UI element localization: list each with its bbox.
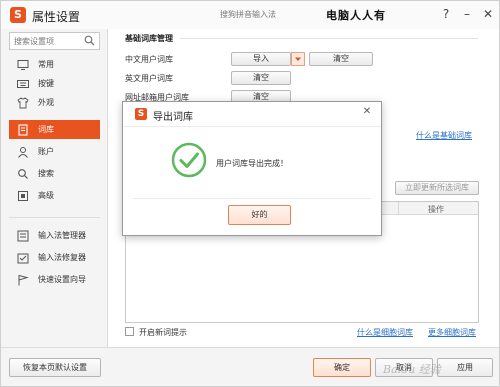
apply-button[interactable]: 应用 xyxy=(437,358,493,377)
settings-window: S 属性设置 搜狗拼音输入法 电脑人人有 ? – ✕ 常用 按键 外观 xyxy=(0,0,500,387)
chevron-down-icon xyxy=(295,57,301,61)
sidebar-item-keys[interactable]: 按键 xyxy=(9,74,100,93)
sidebar-divider xyxy=(9,217,100,218)
basic-lexicon-title: 基础词库管理 xyxy=(125,34,173,43)
help-button[interactable]: ? xyxy=(438,5,454,23)
restore-defaults-button[interactable]: 恢复本页默认设置 xyxy=(9,358,101,377)
row-label: 英文用户词库 xyxy=(125,74,173,83)
keyboard-icon xyxy=(17,80,29,88)
advanced-icon xyxy=(18,191,28,201)
window-subtitle: 搜狗拼音输入法 xyxy=(220,10,276,19)
sidebar-item-advanced[interactable]: 高级 xyxy=(9,186,100,205)
user-icon xyxy=(18,147,28,158)
clear-english-button[interactable]: 清空 xyxy=(231,71,291,85)
sidebar-item-search[interactable]: 搜索 xyxy=(9,164,100,183)
clear-chinese-button[interactable]: 清空 xyxy=(309,52,373,66)
flag-icon xyxy=(18,275,29,286)
dialog-ok-button[interactable]: 好的 xyxy=(228,205,291,225)
sogou-logo-icon: S xyxy=(135,108,147,120)
sidebar-item-lexicon[interactable]: 词库 xyxy=(9,120,100,139)
close-button[interactable]: ✕ xyxy=(480,5,496,23)
sidebar-item-common[interactable]: 常用 xyxy=(9,55,100,74)
dialog-divider xyxy=(133,198,371,199)
sidebar-search xyxy=(9,32,100,50)
about-basic-lexicon-link[interactable]: 什么是基础词库 xyxy=(416,130,472,141)
footer: 恢复本页默认设置 确定 取消 应用 Baidu 经验 xyxy=(1,347,499,386)
dialog-title: 导出词库 xyxy=(153,112,193,123)
tool-ime-manager[interactable]: 输入法管理器 xyxy=(9,226,100,245)
repair-icon xyxy=(17,253,29,264)
success-check-icon xyxy=(171,142,207,178)
new-word-hint-label: 开启新词提示 xyxy=(139,328,187,337)
sidebar-item-label: 外观 xyxy=(38,98,54,107)
update-now-button[interactable]: 立即更新所选词库 xyxy=(395,181,479,195)
sidebar: 常用 按键 外观 词库 账户 搜索 高级 输入法管理器 xyxy=(1,29,108,347)
watermark-top: 电脑人人有 xyxy=(326,9,386,22)
section-divider xyxy=(180,38,478,39)
shirt-icon xyxy=(17,97,29,109)
tool-quick-wizard[interactable]: 快速设置向导 xyxy=(9,270,100,289)
dialog-message: 用户词库导出完成！ xyxy=(216,159,288,168)
row-label: 中文用户词库 xyxy=(125,55,173,64)
sidebar-item-label: 常用 xyxy=(38,60,54,69)
sidebar-item-label: 高级 xyxy=(38,191,54,200)
export-dialog: S 导出词库 ✕ 用户词库导出完成！ 好的 xyxy=(122,101,382,236)
monitor-icon xyxy=(17,60,29,70)
import-button[interactable]: 导入 xyxy=(231,52,291,66)
sogou-logo-icon: S xyxy=(10,7,26,23)
dialog-close-button[interactable]: ✕ xyxy=(360,105,374,119)
sidebar-item-label: 账户 xyxy=(38,147,54,156)
tool-label: 输入法管理器 xyxy=(38,231,86,240)
ok-button[interactable]: 确定 xyxy=(313,358,371,377)
title-bar: S 属性设置 搜狗拼音输入法 电脑人人有 ? – ✕ xyxy=(1,1,499,29)
column-separator xyxy=(398,202,399,215)
search-icon xyxy=(18,169,28,179)
window-title: 属性设置 xyxy=(32,10,81,24)
more-cell-lexicon-link[interactable]: 更多细胞词库 xyxy=(428,327,476,338)
import-dropdown-button[interactable] xyxy=(291,52,305,66)
what-is-cell-lexicon-link[interactable]: 什么是细胞词库 xyxy=(357,327,413,338)
manager-icon xyxy=(17,230,29,242)
minimize-button[interactable]: – xyxy=(459,5,475,23)
column-header-action: 操作 xyxy=(428,205,444,214)
sidebar-item-label: 搜索 xyxy=(38,169,54,178)
sidebar-item-label: 词库 xyxy=(38,125,54,134)
dialog-title-bar: S 导出词库 ✕ xyxy=(123,102,381,127)
tool-label: 输入法修复器 xyxy=(38,253,86,262)
tool-ime-repair[interactable]: 输入法修复器 xyxy=(9,248,100,267)
new-word-hint-checkbox[interactable] xyxy=(125,327,134,336)
sidebar-item-appearance[interactable]: 外观 xyxy=(9,93,100,112)
sidebar-item-label: 按键 xyxy=(38,79,54,88)
search-input[interactable] xyxy=(10,33,82,49)
sidebar-item-account[interactable]: 账户 xyxy=(9,142,100,161)
watermark-bottom: Baidu 经验 xyxy=(383,363,441,376)
search-icon[interactable] xyxy=(84,35,95,46)
tool-label: 快速设置向导 xyxy=(38,275,86,284)
book-icon xyxy=(18,124,28,136)
